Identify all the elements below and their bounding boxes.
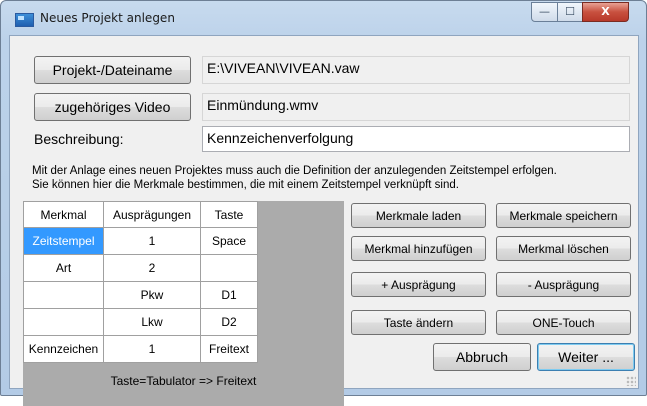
grid-header-row: Merkmal Ausprägungen Taste (23, 201, 258, 228)
grid-cell[interactable]: Freitext (200, 335, 258, 363)
project-filename-button[interactable]: Projekt-/Dateiname (34, 56, 191, 84)
grid-header-taste[interactable]: Taste (200, 201, 258, 228)
table-row[interactable]: Zeitstempel 1 Space (23, 227, 258, 255)
save-features-button[interactable]: Merkmale speichern (496, 203, 631, 228)
minimize-button[interactable]: — (531, 2, 558, 22)
table-row[interactable]: Pkw D1 (23, 281, 258, 309)
dialog-client-area: Projekt-/Dateiname E:\VIVEAN\VIVEAN.vaw … (9, 35, 639, 406)
video-select-button[interactable]: zugehöriges Video (34, 93, 191, 121)
grid-cell[interactable]: Kennzeichen (23, 335, 104, 363)
window-title: Neues Projekt anlegen (40, 11, 175, 25)
grid-cell[interactable]: Art (23, 254, 104, 282)
table-row[interactable]: Kennzeichen 1 Freitext (23, 335, 258, 363)
grid-cell[interactable] (200, 254, 258, 282)
change-key-button[interactable]: Taste ändern (351, 310, 486, 335)
close-button[interactable]: X (582, 2, 629, 22)
grid-cell[interactable]: Space (200, 227, 258, 255)
grid-cell[interactable] (23, 308, 104, 336)
dialog-window: Neues Projekt anlegen — ☐ X Projekt-/Dat… (0, 0, 647, 406)
table-row[interactable]: Lkw D2 (23, 308, 258, 336)
maximize-button[interactable]: ☐ (557, 2, 583, 22)
remove-value-button[interactable]: - Ausprägung (496, 272, 631, 297)
feature-grid[interactable]: Merkmal Ausprägungen Taste Zeitstempel 1… (23, 201, 258, 363)
grid-cell[interactable]: D1 (200, 281, 258, 309)
video-filename-field: Einmündung.wmv (202, 93, 630, 121)
description-label: Beschreibung: (34, 131, 124, 147)
grid-cell[interactable]: 2 (103, 254, 201, 282)
grid-cell[interactable]: 1 (103, 335, 201, 363)
grid-header-merkmal[interactable]: Merkmal (23, 201, 104, 228)
grid-header-auspraegungen[interactable]: Ausprägungen (103, 201, 201, 228)
cancel-button[interactable]: Abbruch (433, 343, 531, 371)
load-features-button[interactable]: Merkmale laden (351, 203, 486, 228)
grid-cell[interactable]: Pkw (103, 281, 201, 309)
title-bar[interactable]: Neues Projekt anlegen — ☐ X (1, 1, 646, 35)
grid-cell[interactable]: Zeitstempel (23, 227, 104, 255)
resize-grip-icon[interactable] (626, 376, 636, 386)
grid-cell[interactable] (23, 281, 104, 309)
add-value-button[interactable]: + Ausprägung (351, 272, 486, 297)
description-input[interactable]: Kennzeichenverfolgung (202, 126, 630, 152)
table-row[interactable]: Art 2 (23, 254, 258, 282)
grid-footer-hint: Taste=Tabulator => Freitext (110, 374, 257, 388)
grid-cell[interactable]: Lkw (103, 308, 201, 336)
grid-cell[interactable]: D2 (200, 308, 258, 336)
info-text-line-1: Mit der Anlage eines neuen Projektes mus… (32, 165, 557, 177)
project-filename-field: E:\VIVEAN\VIVEAN.vaw (202, 56, 630, 84)
app-window-icon (15, 13, 34, 27)
info-text-line-2: Sie können hier die Merkmale bestimmen, … (32, 179, 459, 191)
grid-cell[interactable]: 1 (103, 227, 201, 255)
next-button[interactable]: Weiter ... (537, 343, 635, 371)
add-feature-button[interactable]: Merkmal hinzufügen (351, 236, 486, 261)
one-touch-button[interactable]: ONE-Touch (496, 310, 631, 335)
delete-feature-button[interactable]: Merkmal löschen (496, 236, 631, 261)
